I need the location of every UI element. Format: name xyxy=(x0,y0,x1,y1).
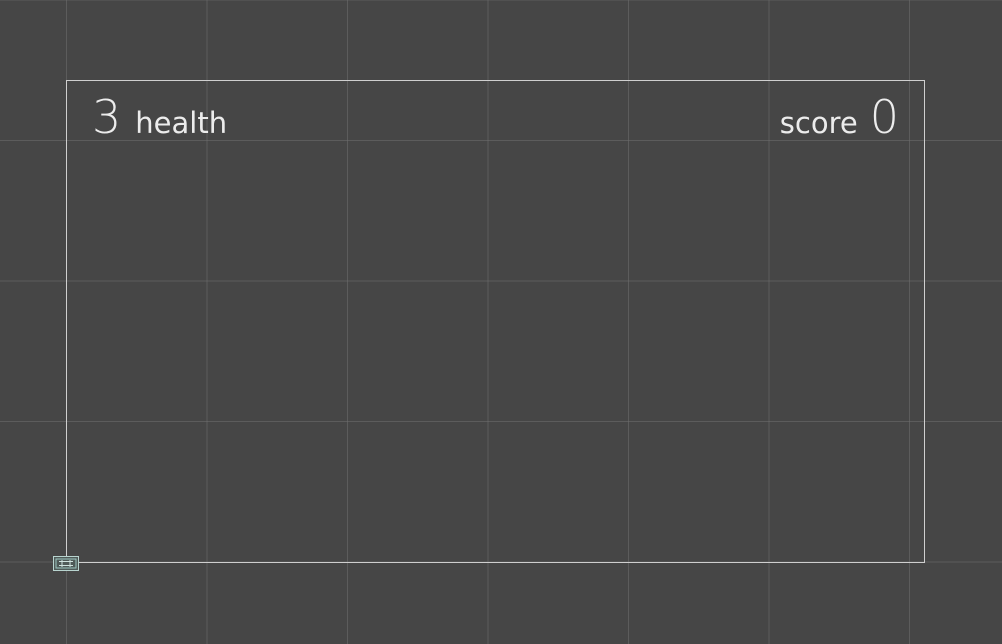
score-display: score 0 xyxy=(780,94,899,140)
scene-viewport[interactable]: 3 health score 0 xyxy=(0,0,1002,644)
health-display: 3 health xyxy=(92,94,227,140)
score-value: 0 xyxy=(869,90,899,144)
score-label: score xyxy=(779,106,858,140)
health-label: health xyxy=(135,106,228,140)
rect-transform-handle-icon[interactable] xyxy=(53,556,79,571)
game-canvas-frame: 3 health score 0 xyxy=(66,80,925,563)
health-value: 3 xyxy=(92,90,122,144)
